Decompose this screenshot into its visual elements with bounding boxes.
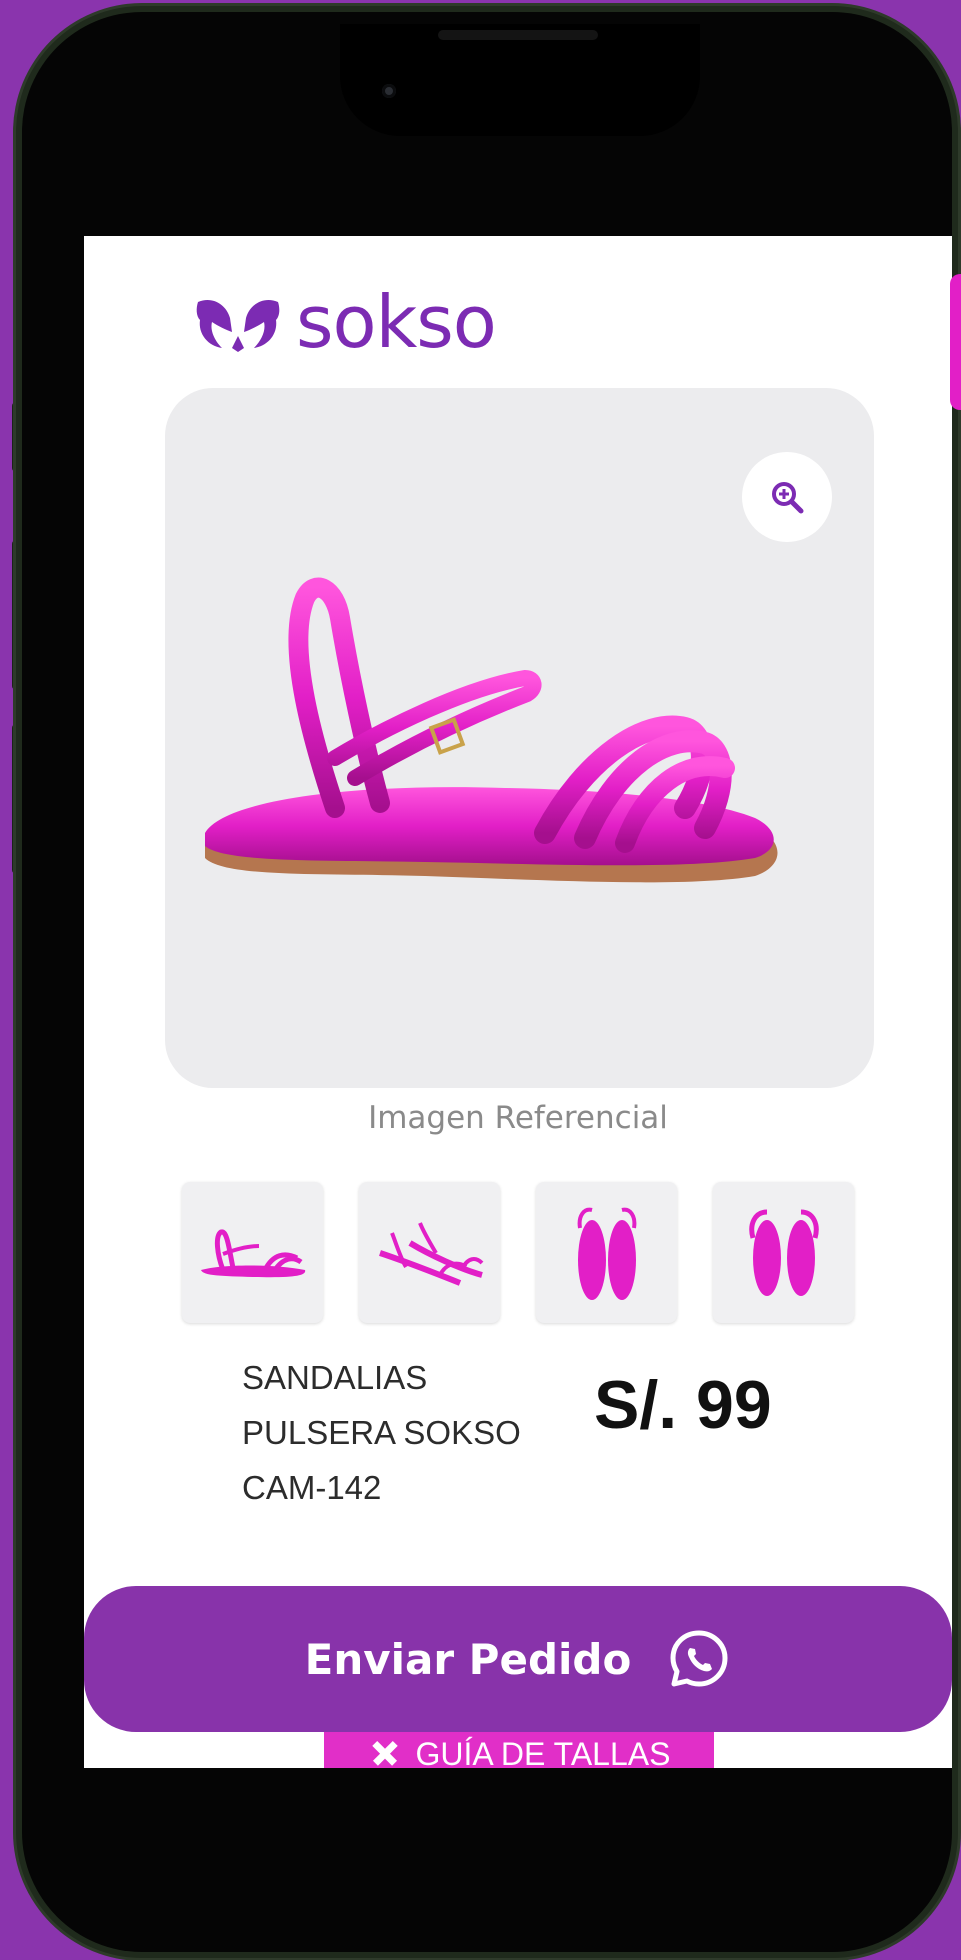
- product-name: SANDALIAS PULSERA SOKSO CAM-142: [242, 1350, 542, 1515]
- size-guide-button[interactable]: GUÍA DE TALLAS: [324, 1732, 714, 1768]
- thumbnail-top-view[interactable]: [536, 1182, 677, 1323]
- zoom-in-icon: [772, 482, 804, 514]
- sokso-wings-logo-icon: [196, 299, 280, 352]
- product-name-line: CAM-142: [242, 1469, 382, 1506]
- image-caption: Imagen Referencial: [368, 1100, 668, 1136]
- brand-logo[interactable]: sokso: [192, 280, 497, 364]
- sandal-top-thumb: [577, 1207, 636, 1300]
- send-order-button[interactable]: Enviar Pedido: [84, 1586, 952, 1732]
- brand-name: sokso: [296, 280, 497, 364]
- thumbnail-side-view[interactable]: [182, 1182, 323, 1323]
- thumbnail-pair-view[interactable]: [359, 1182, 500, 1323]
- side-tab[interactable]: [950, 274, 961, 410]
- product-name-line: SANDALIAS: [242, 1359, 428, 1396]
- whatsapp-icon: [670, 1630, 728, 1687]
- send-order-label: Enviar Pedido: [304, 1634, 632, 1684]
- sandal-front-thumb: [748, 1209, 819, 1296]
- size-guide-label: GUÍA DE TALLAS: [415, 1736, 671, 1768]
- volume-down-button: [12, 724, 20, 874]
- thumbnail-gallery: [182, 1182, 854, 1323]
- app-screen: sokso Imagen Referencial SANDALIAS PULSE…: [84, 236, 952, 1768]
- sandal-side-thumb: [200, 1229, 305, 1277]
- product-name-line: PULSERA SOKSO: [242, 1414, 521, 1451]
- mute-switch: [12, 402, 20, 472]
- ruler-pencil-icon: [371, 1740, 398, 1766]
- zoom-button[interactable]: [742, 452, 832, 542]
- sandal-pair-thumb: [378, 1221, 483, 1286]
- thumbnail-front-view[interactable]: [713, 1182, 854, 1323]
- notch: [340, 24, 700, 136]
- product-main-image[interactable]: [165, 388, 874, 1088]
- speaker: [438, 30, 598, 40]
- front-camera: [382, 84, 396, 98]
- product-price: S/. 99: [594, 1367, 772, 1443]
- volume-up-button: [12, 540, 20, 690]
- phone-frame: sokso Imagen Referencial SANDALIAS PULSE…: [22, 12, 952, 1952]
